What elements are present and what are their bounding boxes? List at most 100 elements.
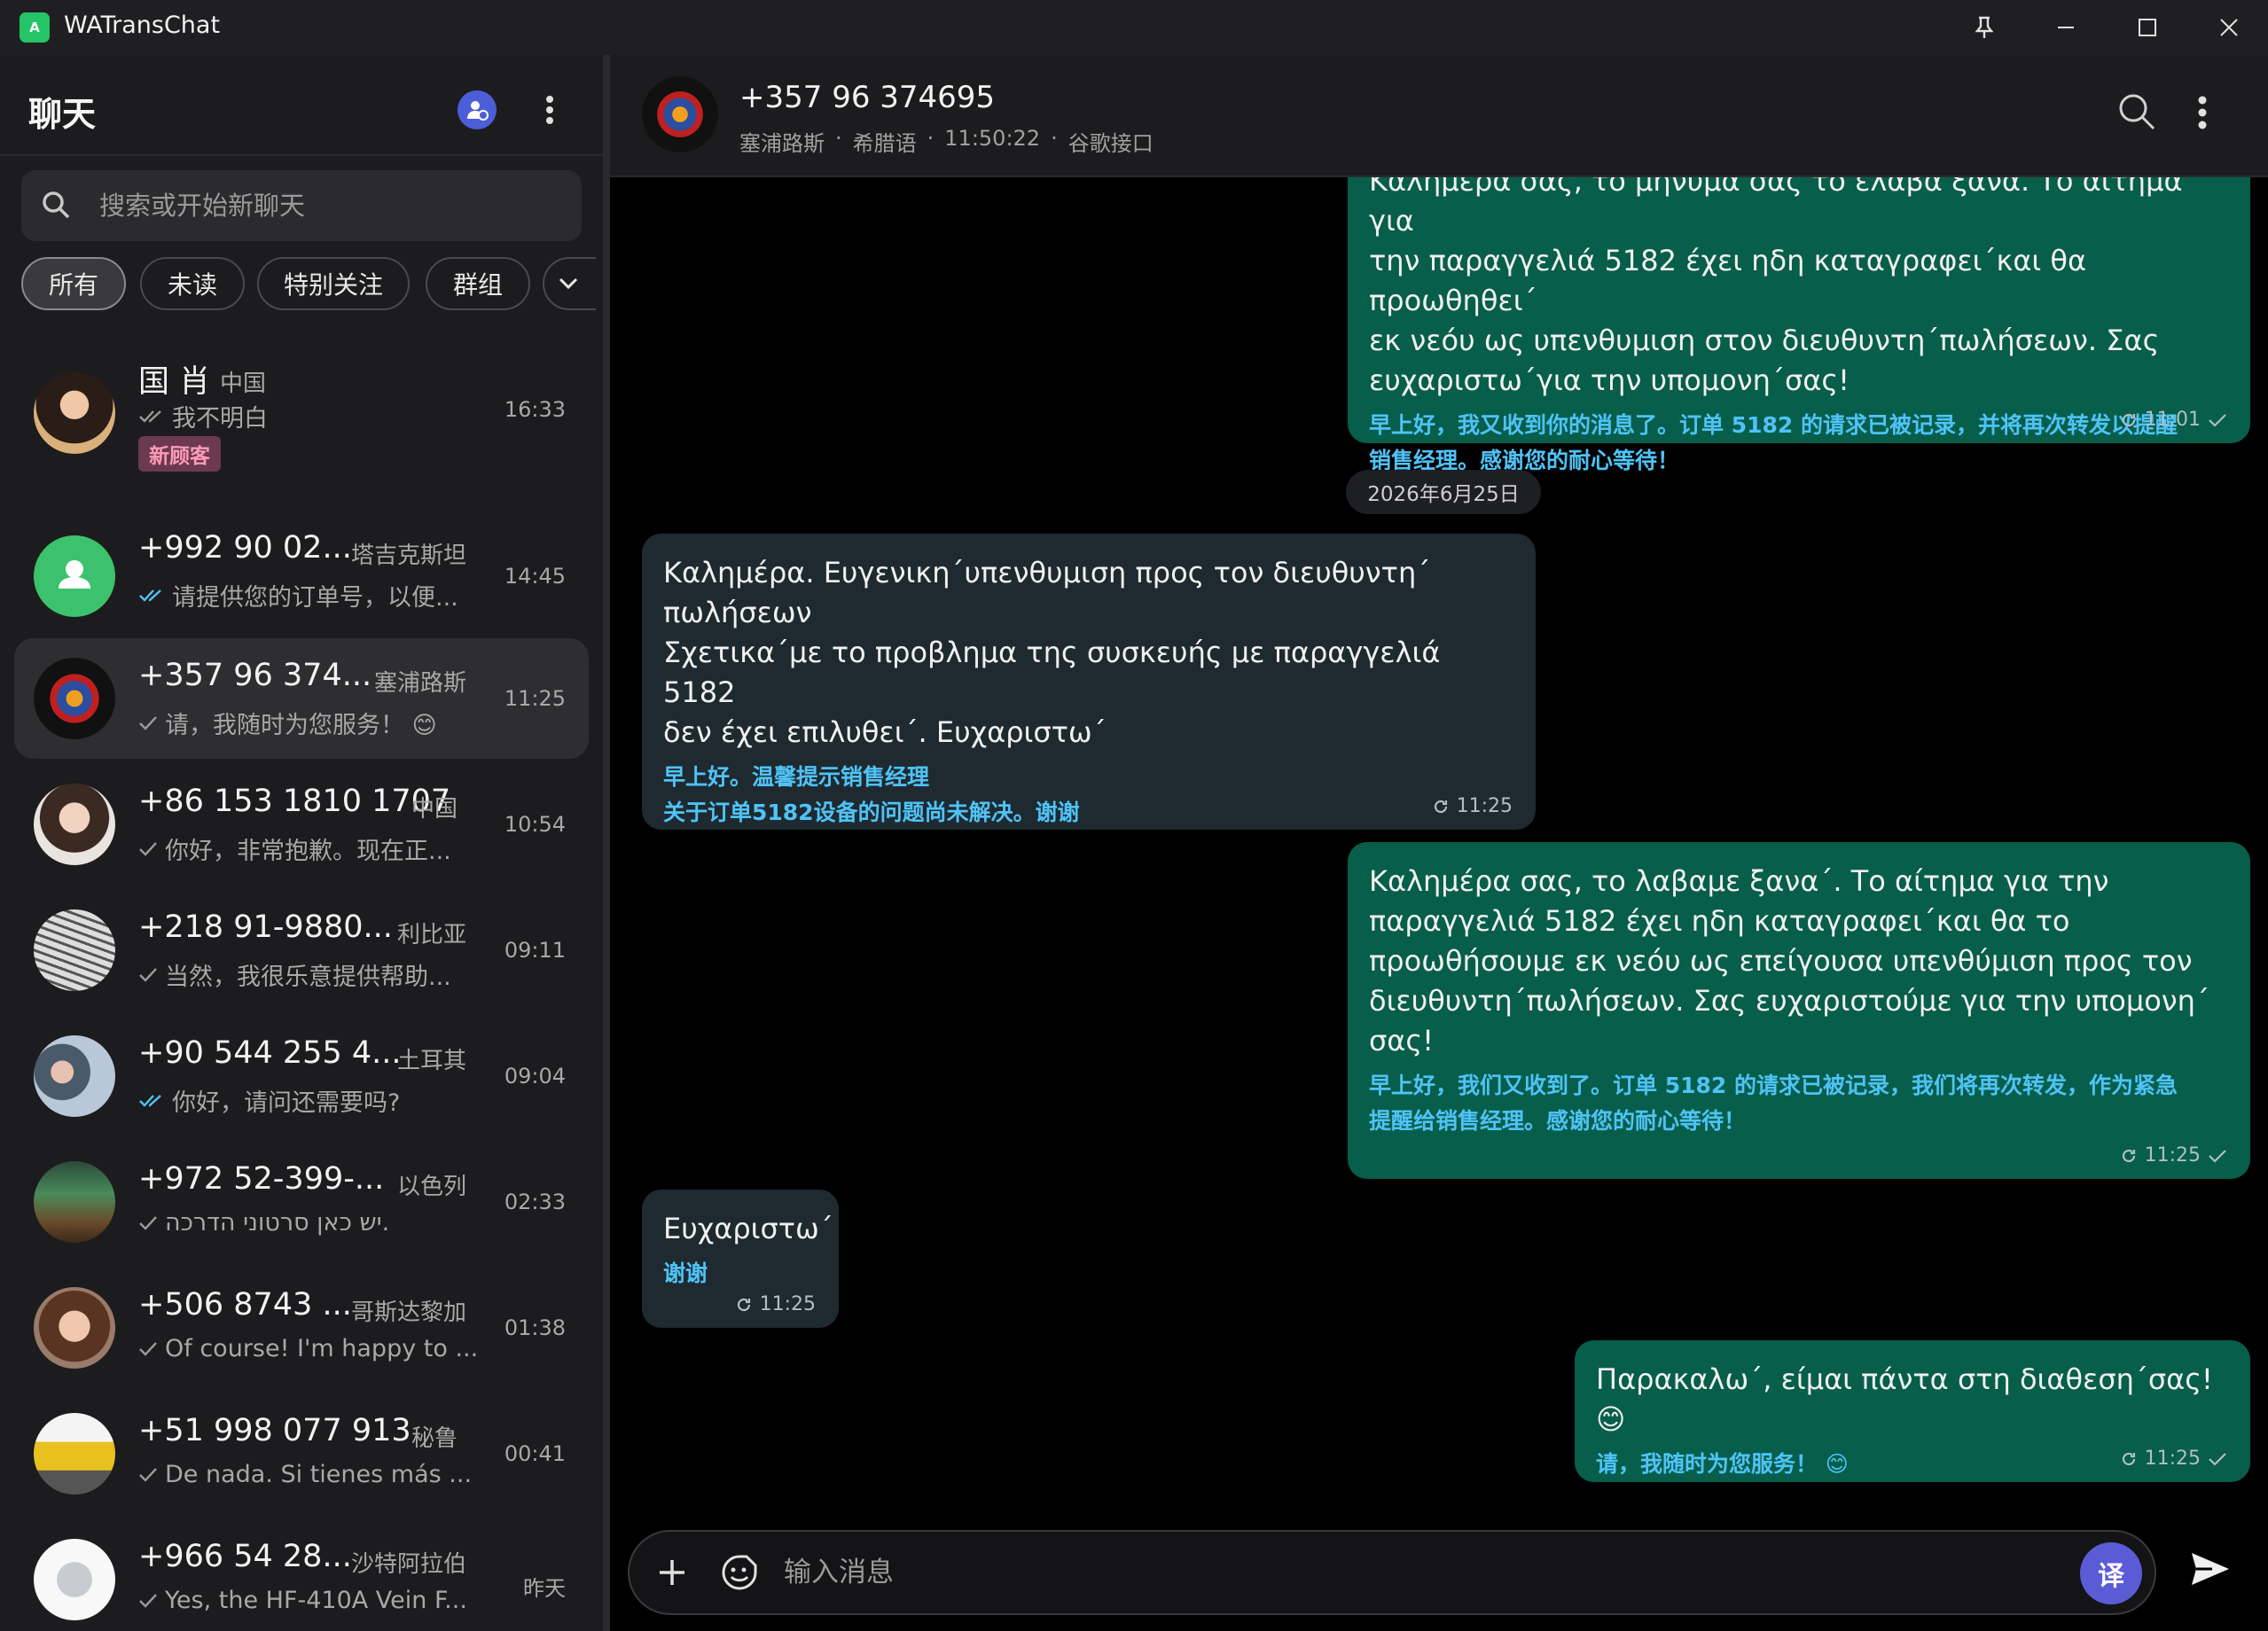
pin-icon[interactable] [1967,11,2002,44]
chat-country: 塔吉克斯坦 [351,537,466,570]
chat-preview: 请，我随时为您服务！ 😊 [138,706,437,740]
filter-groups[interactable]: 群组 [426,257,530,310]
separator: · [927,126,935,157]
chat-preview: 你好，请问还需要吗? [138,1083,400,1118]
message-list[interactable]: Καλημέρα σας, το μήνυμά σας το έλαβα ξαν… [610,177,2268,1525]
chat-list-item[interactable]: +51 998 077 913 秘鲁 De nada. Si tienes má… [14,1393,589,1514]
attach-button[interactable] [654,1555,690,1590]
chat-name: +357 96 374... [138,658,371,693]
chat-list-item[interactable]: +86 153 1810 1707 中国 你好，非常抱歉。现在正... 10:5… [14,764,589,885]
filter-starred[interactable]: 特别关注 [257,257,410,310]
chat-time: 00:41 [504,1441,566,1466]
chat-list-item[interactable]: +966 54 28... 沙特阿拉伯 Yes, the HF-410A Vei… [14,1519,589,1631]
chat-country: 秘鲁 [411,1420,458,1453]
message-meta: 11:01 [2120,409,2227,431]
message-bubble-incoming[interactable]: Ευχαριστω΄ 谢谢 11:25 [642,1190,839,1328]
chat-list-item[interactable]: +90 544 255 4... 土耳其 你好，请问还需要吗? 09:04 [14,1016,589,1136]
filter-all[interactable]: 所有 [21,257,126,310]
translate-button[interactable]: 译 [2080,1542,2142,1604]
contact-language: 希腊语 [853,126,917,157]
app-title: WATransChat [64,12,220,39]
chat-list-item[interactable]: 国 肖 中国 我不明白 16:33 新顾客 [14,347,589,480]
message-text: Καλημέρα. Ευγενικη΄υπενθυμιση προς τον δ… [663,553,1514,753]
chat-country: 土耳其 [397,1042,466,1075]
message-time: 11:25 [2145,1448,2201,1470]
chat-country: 中国 [220,365,266,398]
more-vertical-icon [2197,96,2208,129]
message-translation: 早上好，我们又收到了。订单 5182 的请求已被记录，我们将再次转发，作为紧急 … [1369,1068,2229,1139]
sidebar-divider[interactable] [603,55,610,1631]
message-meta: 11:25 [1432,795,1513,817]
message-time: 11:25 [1457,795,1513,817]
message-bubble-outgoing[interactable]: Καλημέρα σας, το μήνυμά σας το έλαβα ξαν… [1348,177,2250,443]
filter-more-button[interactable] [543,257,596,310]
message-translation: 谢谢 [663,1256,817,1292]
refresh-icon [2120,1450,2138,1468]
separator: · [835,126,842,157]
double-check-icon [138,588,165,604]
check-icon [138,1467,158,1483]
message-composer: 译 [628,1530,2156,1615]
filter-unread[interactable]: 未读 [140,257,245,310]
check-icon [138,1215,158,1231]
contact-country: 塞浦路斯 [739,126,825,157]
search-icon [41,190,71,220]
message-bubble-incoming[interactable]: Καλημέρα. Ευγενικη΄υπενθυμιση προς τον δ… [642,534,1536,830]
message-time: 11:01 [2145,409,2201,431]
chat-name: +972 52-399-... [138,1161,384,1197]
contact-name[interactable]: +357 96 374695 [739,80,995,115]
chat-header: +357 96 374695 塞浦路斯 · 希腊语 · 11:50:22 · 谷… [610,55,2268,177]
chat-time: 01:38 [504,1315,566,1340]
title-bar: A WATransChat [0,0,2268,55]
chat-list-item[interactable]: +506 8743 ... 哥斯达黎加 Of course! I'm happy… [14,1268,589,1388]
check-icon [2208,413,2227,427]
check-icon [138,1341,158,1357]
plus-icon [654,1555,690,1590]
message-time: 11:25 [760,1293,816,1315]
message-translation: 早上好。温馨提示销售经理 关于订单5182设备的问题尚未解决。谢谢 [663,760,1514,831]
maximize-icon[interactable] [2130,11,2165,44]
check-icon [138,715,158,731]
chat-list-item[interactable]: +218 91-9880... 利比亚 当然，我很乐意提供帮助... 09:11 [14,890,589,1011]
chat-search-button[interactable] [2117,92,2156,131]
message-bubble-outgoing[interactable]: Καλημέρα σας, το λαβαμε ξανα΄. Το αίτημα… [1348,842,2250,1179]
double-check-icon [138,409,165,425]
search-input[interactable] [98,170,559,241]
chat-preview: 你好，非常抱歉。现在正... [138,831,451,866]
sidebar-menu-button[interactable] [536,90,564,129]
chat-name: +51 998 077 913 [138,1413,411,1448]
chat-list-item-selected[interactable]: +357 96 374... 塞浦路斯 请，我随时为您服务！ 😊 11:25 [14,638,589,759]
message-input[interactable] [782,1532,1810,1613]
avatar [34,372,115,454]
close-icon[interactable] [2211,11,2247,44]
avatar [34,1035,115,1117]
chat-preview: 请提供您的订单号，以便... [138,578,458,613]
contact-avatar[interactable] [642,76,718,152]
emoji-button[interactable] [720,1553,759,1592]
send-button[interactable] [2190,1551,2231,1587]
check-icon [2208,1149,2227,1163]
translation-interface: 谷歌接口 [1068,126,1154,157]
check-icon [138,967,158,983]
chat-country: 利比亚 [397,917,466,949]
chat-time: 02:33 [504,1190,566,1214]
chat-country: 哥斯达黎加 [351,1294,466,1327]
chat-list-item[interactable]: +992 90 02... 塔吉克斯坦 请提供您的订单号，以便... 14:45 [14,516,589,636]
chat-preview: 我不明白 [138,399,268,433]
chat-name: +966 54 28... [138,1539,352,1574]
avatar [34,1539,115,1620]
new-customer-badge: 新顾客 [138,436,221,472]
chat-menu-button[interactable] [2197,96,2208,129]
chat-list-item[interactable]: +972 52-399-... 以色列 יש כאן סרטוני הדרכה.… [14,1142,589,1262]
avatar [34,909,115,991]
contacts-button[interactable] [458,90,497,129]
chat-name: +86 153 1810 1707 [138,784,450,819]
message-meta: 11:25 [2120,1144,2227,1167]
minimize-icon[interactable] [2048,11,2084,44]
search-box[interactable] [21,170,582,241]
default-user-icon [34,535,115,617]
avatar [34,784,115,865]
contact-local-time: 11:50:22 [944,126,1040,157]
message-bubble-outgoing[interactable]: Παρακαλω΄, είμαι πάντα στη διαθεση΄σας! … [1575,1340,2250,1482]
message-text: Καλημέρα σας, το μήνυμά σας το έλαβα ξαν… [1369,177,2229,401]
